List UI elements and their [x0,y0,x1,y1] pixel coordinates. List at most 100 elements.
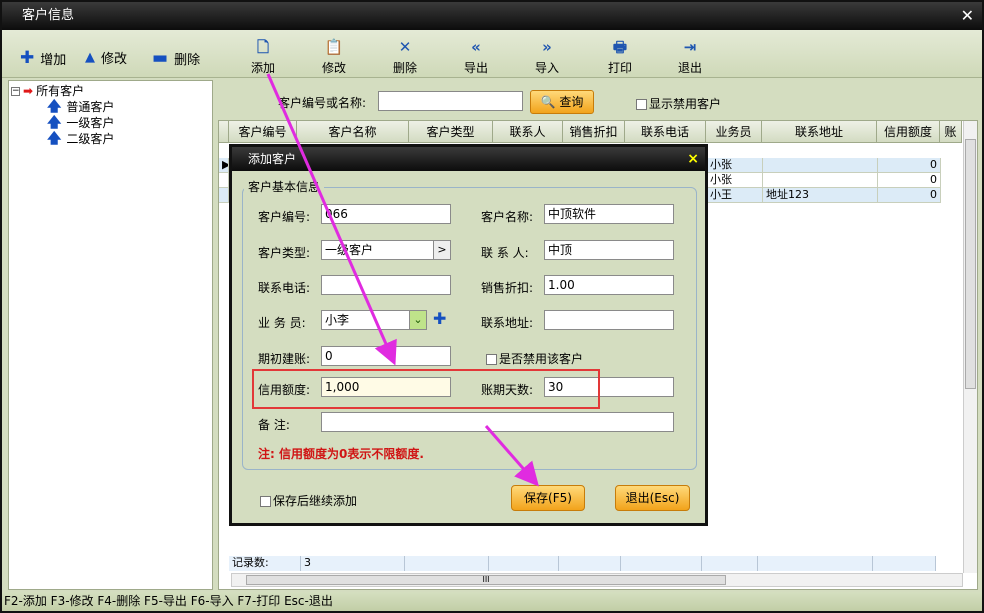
toolbar-export-button[interactable]: « 导出 [450,38,502,76]
collapse-icon[interactable]: − [11,87,20,96]
blue-up-arrow-icon: 🡅 [47,131,62,147]
tree-node-all[interactable]: − ➡ 所有客户 [11,83,210,99]
exit-button[interactable]: 退出(Esc) [615,485,690,511]
dialog-titlebar: 添加客户 × [232,147,705,171]
toolbar-edit-button[interactable]: 📋 修改 [308,38,360,76]
toolbar-add-button[interactable]: 🗋 添加 [237,38,289,76]
phone-field[interactable] [321,275,451,295]
contact-field[interactable]: 中顶 [544,240,674,260]
checkbox-box[interactable] [260,496,271,507]
red-arrow-icon: ➡ [23,84,34,98]
tree-edit-button[interactable]: ▲ 修改 [85,48,127,67]
checkbox-box[interactable] [636,99,647,110]
printer-icon: 🖶 [612,38,628,56]
table-cell-credit: 0 [878,173,941,188]
table-cell-staff: 小王 [707,188,763,203]
chevron-down-icon[interactable]: ⌄ [409,311,426,329]
column-header[interactable]: 客户类型 [409,121,493,142]
column-header[interactable]: 联系地址 [762,121,877,142]
table-cell [758,556,873,571]
table-cell [219,188,229,203]
toolbar-exit-button[interactable]: ⇥ 退出 [664,38,716,76]
tree-add-button[interactable]: ✚ 增加 [20,48,66,68]
exit-door-icon: ⇥ [683,38,697,56]
staff-label: 业 务 员: [258,316,306,330]
scroll-thumb[interactable]: III [246,575,726,585]
triangle-up-icon: ▲ [85,50,95,65]
credit-note: 注: 信用额度为0表示不限额度. [258,447,424,461]
column-header[interactable]: 联系电话 [625,121,706,142]
checkbox-box[interactable] [486,354,497,365]
keep-adding-checkbox[interactable]: 保存后继续添加 [260,492,357,509]
tree-node-level2[interactable]: 🡅 二级客户 [11,131,210,147]
highlight-annotation [252,369,600,409]
customer-name-field[interactable]: 中顶软件 [544,204,674,224]
dialog-close-icon[interactable]: × [687,147,699,171]
remark-field[interactable] [321,412,674,432]
toolbar-delete-button[interactable]: ✕ 删除 [379,38,431,76]
address-field[interactable] [544,310,674,330]
discount-label: 销售折扣: [481,281,534,295]
record-count-value: 3 [301,556,405,571]
customer-no-field[interactable]: 066 [321,204,451,224]
group-title: 客户基本信息 [244,178,325,195]
add-customer-dialog: 添加客户 × 客户基本信息 客户编号: 066 客户名称: 中顶软件 客户类型:… [229,144,708,526]
toolbar: ✚ 增加 ▲ 修改 ▬ 删除 🗋 添加 📋 修改 ✕ 删除 « 导出 » 导入 … [2,30,982,78]
column-header[interactable]: 客户编号 [229,121,297,142]
double-left-arrow-icon: « [471,38,481,56]
column-header[interactable]: 账 [940,121,962,142]
tree-node-level1[interactable]: 🡅 一级客户 [11,115,210,131]
table-cell [405,556,489,571]
chevron-right-icon[interactable]: > [433,241,450,259]
column-header[interactable]: 销售折扣 [563,121,625,142]
column-header[interactable]: 客户名称 [297,121,409,142]
close-window-icon[interactable]: ✕ [961,2,974,30]
table-cell [489,556,559,571]
double-right-arrow-icon: » [542,38,552,56]
new-document-icon: 🗋 [256,38,270,56]
row-pointer-icon: ▶ [219,158,229,173]
save-button[interactable]: 保存(F5) [511,485,585,511]
customer-type-picker[interactable]: 一级客户 > [321,240,451,260]
search-label: 客户编号或名称: [278,96,367,110]
toolbar-print-button[interactable]: 🖶 打印 [594,38,646,76]
show-disabled-checkbox[interactable]: 显示禁用客户 [636,95,721,112]
window-title: 客户信息 [22,8,75,23]
disable-customer-checkbox[interactable]: 是否禁用该客户 [486,350,583,367]
table-cell-address [763,158,878,173]
tree-delete-button[interactable]: ▬ 删除 [152,48,200,68]
table-cell [219,173,229,188]
table-cell [702,556,758,571]
contact-label: 联 系 人: [481,246,529,260]
remark-label: 备 注: [258,418,290,432]
table-cell-credit: 0 [878,158,941,173]
horizontal-scrollbar[interactable]: III [231,573,963,587]
search-input[interactable] [378,91,523,111]
table-cell [559,556,621,571]
table-cell-address: 地址123 [763,188,878,203]
column-header[interactable]: 业务员 [706,121,762,142]
phone-label: 联系电话: [258,281,311,295]
staff-dropdown[interactable]: 小李 ⌄ [321,310,427,330]
table-cell [873,556,936,571]
window-titlebar: 客户信息 ✕ [2,2,982,30]
opening-balance-label: 期初建账: [258,352,311,366]
vertical-scrollbar[interactable] [963,121,977,573]
record-count-row: 记录数: 3 [229,556,936,571]
toolbar-import-button[interactable]: » 导入 [521,38,573,76]
dialog-title: 添加客户 [248,152,297,166]
add-staff-icon[interactable]: ✚ [433,309,446,328]
table-cell-staff: 小张 [707,158,763,173]
query-button[interactable]: 🔍 查询 [530,90,594,114]
tree-node-normal[interactable]: 🡅 普通客户 [11,99,210,115]
minus-icon: ▬ [152,48,169,68]
discount-field[interactable]: 1.00 [544,275,674,295]
clipboard-icon: 📋 [324,38,344,56]
address-label: 联系地址: [481,316,534,330]
delete-x-icon: ✕ [398,38,412,56]
column-header[interactable]: 联系人 [493,121,563,142]
table-header: 客户编号 客户名称 客户类型 联系人 销售折扣 联系电话 业务员 联系地址 信用… [219,121,962,143]
scroll-thumb[interactable] [965,139,976,389]
opening-balance-field[interactable]: 0 [321,346,451,366]
column-header[interactable]: 信用额度 [877,121,940,142]
